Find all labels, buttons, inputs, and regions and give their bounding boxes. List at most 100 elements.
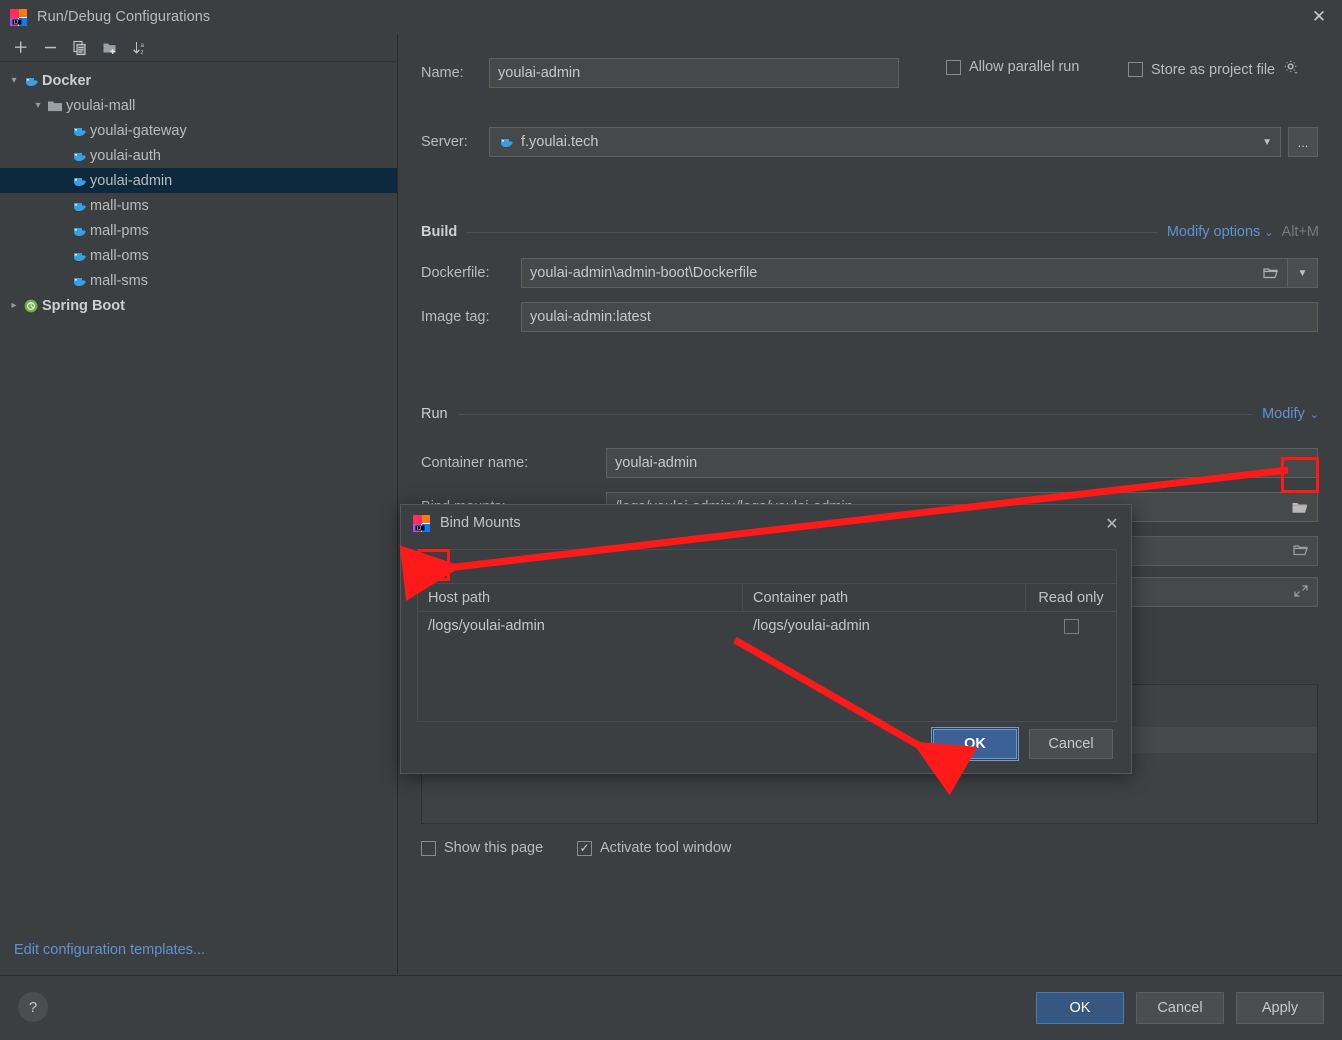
chevron-down-icon[interactable]: ⌄ bbox=[1264, 226, 1273, 239]
column-header-read-only[interactable]: Read only bbox=[1026, 584, 1116, 611]
bind-mounts-dialog-titlebar: IJ Bind Mounts bbox=[401, 505, 1131, 541]
tree-item-youlai-gateway[interactable]: youlai-gateway bbox=[0, 118, 397, 143]
store-as-project-file-box[interactable] bbox=[1128, 62, 1143, 77]
bind-mounts-add-button[interactable]: + bbox=[424, 554, 450, 580]
section-divider bbox=[467, 231, 1157, 233]
folder-open-icon[interactable] bbox=[1291, 500, 1309, 515]
docker-icon bbox=[70, 273, 88, 289]
cancel-button[interactable]: Cancel bbox=[1136, 992, 1224, 1024]
ellipsis-icon: ... bbox=[1297, 134, 1309, 150]
server-value: f.youlai.tech bbox=[521, 134, 599, 150]
docker-icon bbox=[70, 248, 88, 264]
tree-item-mall-sms[interactable]: mall-sms bbox=[0, 268, 397, 293]
chevron-down-icon[interactable]: ▼ bbox=[1262, 137, 1272, 148]
tree-item-mall-ums[interactable]: mall-ums bbox=[0, 193, 397, 218]
run-section-title: Run bbox=[421, 406, 448, 422]
edit-configuration-templates-link[interactable]: Edit configuration templates... bbox=[14, 942, 205, 958]
column-header-container-path[interactable]: Container path bbox=[743, 584, 1026, 611]
dockerfile-label: Dockerfile: bbox=[421, 265, 490, 281]
chevron-down-icon[interactable]: ▾ bbox=[6, 73, 22, 89]
bind-mounts-table[interactable]: Host path Container path Read only /logs… bbox=[417, 583, 1117, 722]
dockerfile-input[interactable]: youlai-admin\admin-boot\Dockerfile bbox=[521, 258, 1288, 288]
tree-item-label: mall-sms bbox=[90, 272, 148, 289]
cell-host-path[interactable]: /logs/youlai-admin bbox=[418, 612, 743, 640]
expand-icon[interactable] bbox=[1293, 584, 1309, 598]
name-row: Name: youlai-admin bbox=[421, 58, 899, 88]
image-tag-input[interactable]: youlai-admin:latest bbox=[521, 302, 1318, 332]
spring-boot-icon bbox=[22, 298, 40, 314]
tree-item-docker[interactable]: ▾ Docker bbox=[0, 68, 397, 93]
docker-icon bbox=[22, 73, 40, 89]
configurations-tree[interactable]: ▾ Docker ▾ youlai-mall youlai-gateway yo… bbox=[0, 62, 397, 318]
store-as-project-file-label: Store as project file bbox=[1151, 61, 1276, 78]
docker-icon bbox=[498, 135, 514, 149]
allow-parallel-run-checkbox[interactable]: Allow parallel run bbox=[946, 59, 1079, 75]
tree-item-label: Docker bbox=[42, 72, 92, 89]
container-name-input[interactable]: youlai-admin bbox=[606, 448, 1318, 478]
cell-container-path[interactable]: /logs/youlai-admin bbox=[743, 612, 1026, 640]
modify-link[interactable]: Modify bbox=[1262, 406, 1305, 422]
allow-parallel-run-box[interactable] bbox=[946, 59, 961, 75]
bind-mounts-dialog-close-button[interactable]: ✕ bbox=[1099, 511, 1125, 537]
new-folder-button[interactable] bbox=[96, 36, 124, 60]
show-this-page-box[interactable] bbox=[421, 840, 436, 856]
name-input-value: youlai-admin bbox=[498, 65, 581, 81]
section-divider bbox=[457, 413, 1253, 415]
server-browse-button[interactable]: ... bbox=[1288, 127, 1318, 157]
read-only-checkbox[interactable] bbox=[1063, 618, 1079, 634]
server-label: Server: bbox=[421, 134, 468, 150]
name-input[interactable]: youlai-admin bbox=[489, 58, 899, 88]
gear-icon[interactable] bbox=[1283, 59, 1299, 80]
tree-item-youlai-mall[interactable]: ▾ youlai-mall bbox=[0, 93, 397, 118]
chevron-down-icon[interactable]: ⌄ bbox=[1310, 408, 1319, 421]
chevron-right-icon[interactable]: ▸ bbox=[6, 298, 22, 314]
modify-options-link[interactable]: Modify options bbox=[1167, 224, 1261, 240]
tree-item-spring-boot[interactable]: ▸ Spring Boot bbox=[0, 293, 397, 318]
svg-text:a: a bbox=[141, 42, 145, 49]
modify-options-shortcut: Alt+M bbox=[1281, 224, 1319, 240]
ok-button[interactable]: OK bbox=[1036, 992, 1124, 1024]
tree-item-label: youlai-gateway bbox=[90, 122, 187, 139]
tree-item-youlai-admin[interactable]: youlai-admin bbox=[0, 168, 397, 193]
dockerfile-history-button[interactable]: ▼ bbox=[1288, 258, 1318, 288]
help-button[interactable]: ? bbox=[18, 992, 48, 1022]
name-label: Name: bbox=[421, 65, 464, 81]
activate-tool-window-checkbox[interactable]: Activate tool window bbox=[577, 840, 731, 856]
build-section-header: Build Modify options ⌄ Alt+M bbox=[421, 224, 1319, 240]
folder-open-icon[interactable] bbox=[1293, 543, 1309, 557]
add-configuration-button[interactable] bbox=[6, 36, 34, 60]
cell-read-only[interactable] bbox=[1026, 612, 1116, 640]
tree-item-mall-oms[interactable]: mall-oms bbox=[0, 243, 397, 268]
show-this-page-checkbox[interactable]: Show this page bbox=[421, 840, 543, 856]
table-row[interactable]: /logs/youlai-admin /logs/youlai-admin bbox=[418, 612, 1116, 640]
tree-item-label: Spring Boot bbox=[42, 297, 125, 314]
dockerfile-row: Dockerfile: youlai-admin\admin-boot\Dock… bbox=[421, 258, 1318, 288]
activate-tool-window-label: Activate tool window bbox=[600, 840, 732, 856]
window-close-button[interactable]: ✕ bbox=[1296, 0, 1342, 34]
show-this-page-label: Show this page bbox=[444, 840, 544, 856]
store-as-project-file-checkbox[interactable]: Store as project file bbox=[1128, 59, 1299, 80]
apply-button[interactable]: Apply bbox=[1236, 992, 1324, 1024]
folder-open-icon[interactable] bbox=[1263, 266, 1279, 280]
sort-configurations-button[interactable]: a z bbox=[126, 36, 154, 60]
column-header-host-path[interactable]: Host path bbox=[418, 584, 743, 611]
server-combobox[interactable]: f.youlai.tech ▼ bbox=[489, 127, 1281, 157]
tree-item-label: youlai-auth bbox=[90, 147, 161, 164]
window-titlebar: IJ Run/Debug Configurations ✕ bbox=[0, 0, 1342, 34]
bind-mounts-cancel-button[interactable]: Cancel bbox=[1029, 729, 1113, 759]
tree-item-label: youlai-admin bbox=[90, 172, 173, 189]
tree-item-mall-pms[interactable]: mall-pms bbox=[0, 218, 397, 243]
chevron-down-icon[interactable]: ▾ bbox=[30, 98, 46, 114]
svg-text:IJ: IJ bbox=[417, 525, 421, 531]
run-debug-configurations-window: IJ Run/Debug Configurations ✕ a z ▾ Dock… bbox=[0, 0, 1342, 1040]
tree-item-youlai-auth[interactable]: youlai-auth bbox=[0, 143, 397, 168]
intellij-idea-icon: IJ bbox=[413, 514, 430, 532]
bind-mounts-dialog: IJ Bind Mounts ✕ + − Host path Container… bbox=[400, 504, 1132, 774]
bind-mounts-ok-button[interactable]: OK bbox=[931, 727, 1019, 761]
folder-icon bbox=[46, 98, 64, 114]
activate-tool-window-box[interactable] bbox=[577, 840, 592, 856]
docker-icon bbox=[70, 148, 88, 164]
remove-configuration-button[interactable] bbox=[36, 36, 64, 60]
copy-configuration-button[interactable] bbox=[66, 36, 94, 60]
bind-mounts-remove-button[interactable]: − bbox=[458, 554, 484, 580]
